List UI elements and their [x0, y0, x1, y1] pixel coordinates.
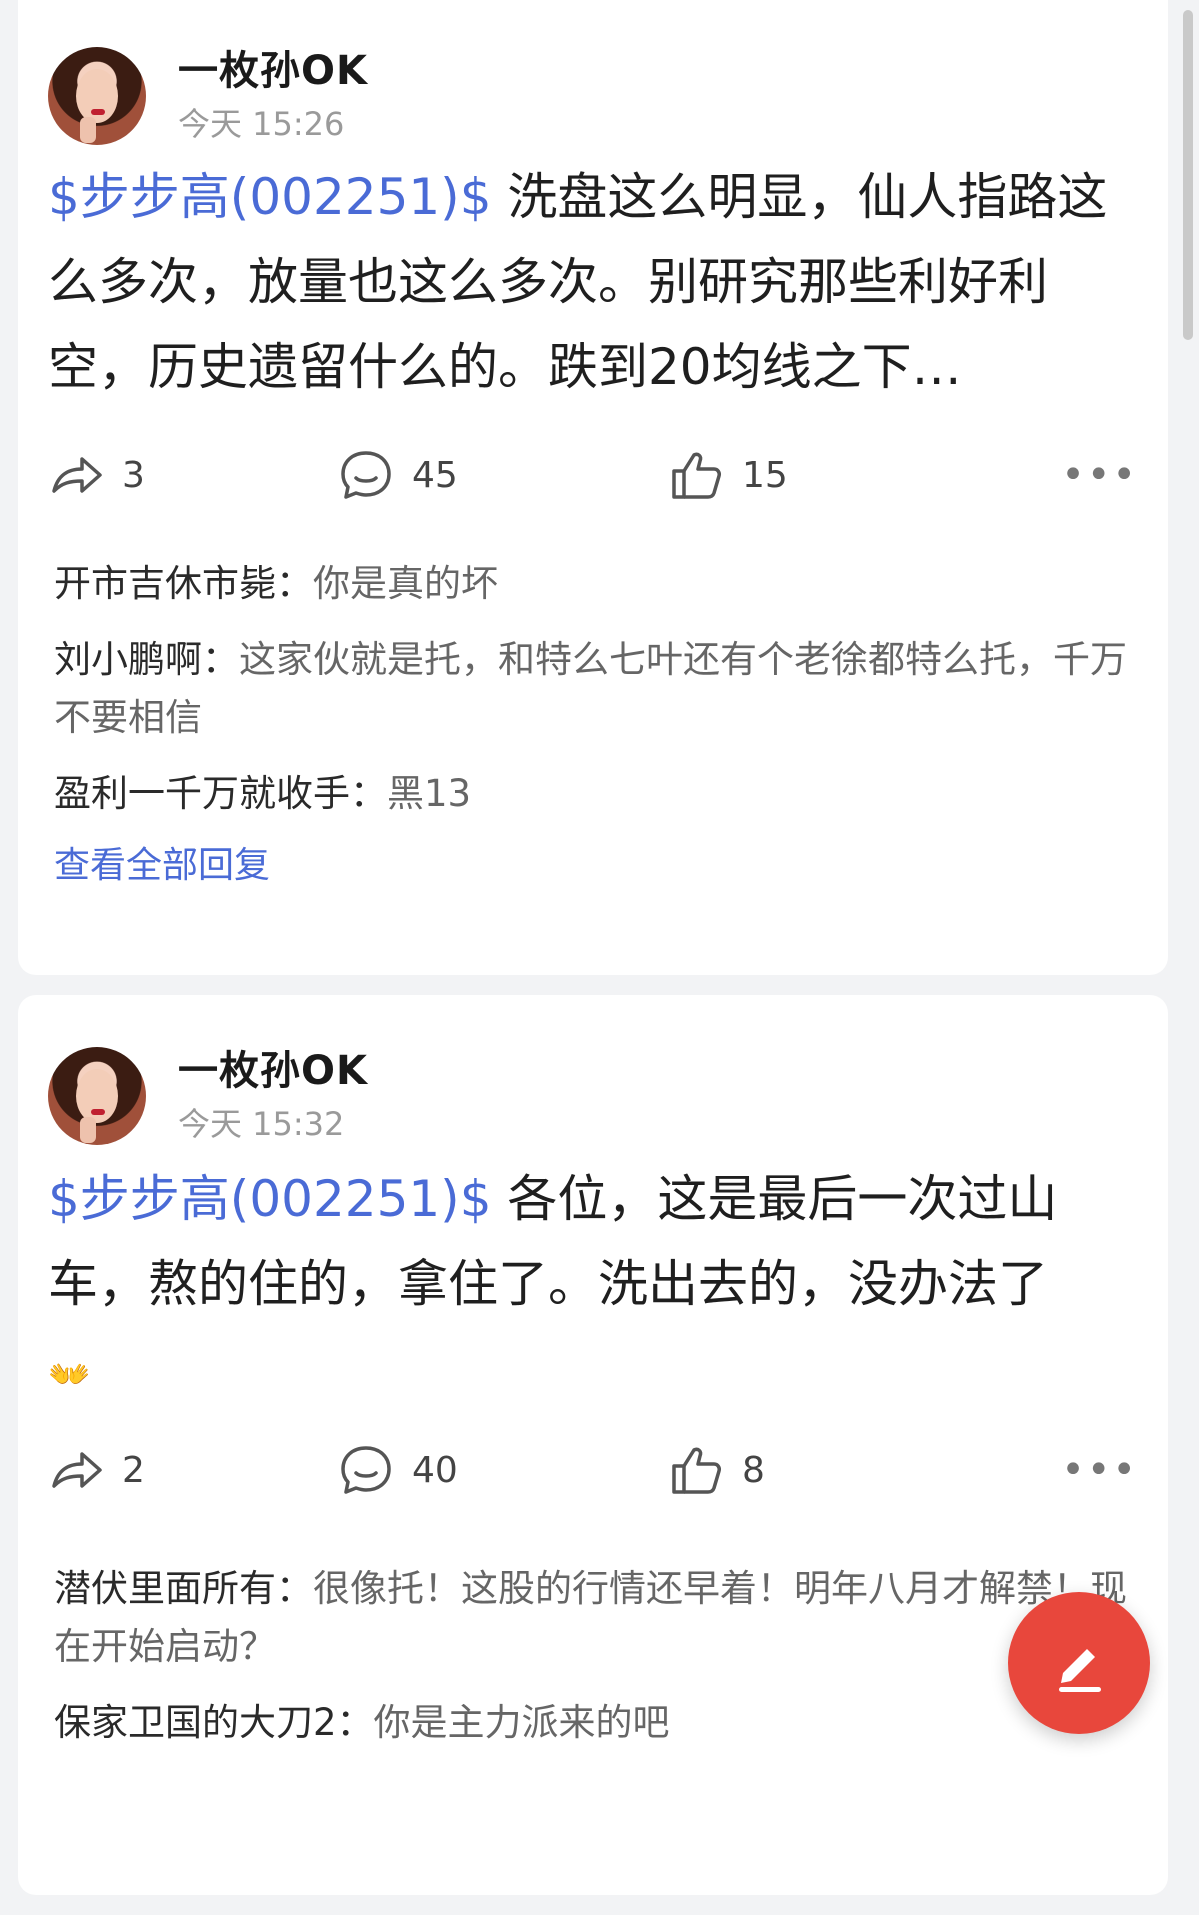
comment-bubble-icon: [341, 1446, 391, 1494]
share-arrow-icon: [52, 1452, 102, 1488]
post-feed: 一枚孙OK 今天 15:26 $步步高(002251)$ 洗盘这么明显，仙人指路…: [18, 0, 1168, 1915]
comment-bubble-icon: [341, 451, 391, 499]
reply-text: 你是真的坏: [313, 562, 498, 605]
comment-count: 45: [412, 454, 458, 496]
comment-button[interactable]: 45: [338, 447, 668, 503]
reply-item[interactable]: 潜伏里面所有：很像托！这股的行情还早着！明年八月才解禁！现在开始启动？: [54, 1560, 1128, 1676]
post-time: 今天 15:26: [178, 105, 345, 143]
share-count: 2: [122, 1449, 145, 1491]
view-all-replies-link[interactable]: 查看全部回复: [54, 841, 1128, 891]
reply-user[interactable]: 盈利一千万就收手：: [54, 772, 387, 815]
reply-list: 开市吉休市毙：你是真的坏 刘小鹏啊：这家伙就是托，和特么七叶还有个老徐都特么托，…: [54, 555, 1128, 891]
post-time: 今天 15:32: [178, 1105, 345, 1143]
like-count: 8: [742, 1449, 765, 1491]
compose-button[interactable]: [1008, 1592, 1150, 1734]
post-card[interactable]: 一枚孙OK 今天 15:32 $步步高(002251)$ 各位，这是最后一次过山…: [18, 995, 1168, 1895]
reply-text: 黑13: [387, 772, 472, 815]
post-actions: 3 45 15 •••: [48, 445, 1138, 505]
like-button[interactable]: 15: [668, 447, 998, 503]
share-arrow-icon: [52, 457, 102, 493]
post-content[interactable]: $步步高(002251)$ 各位，这是最后一次过山车，熬的住的，拿住了。洗出去的…: [48, 1157, 1132, 1418]
reply-item[interactable]: 刘小鹏啊：这家伙就是托，和特么七叶还有个老徐都特么托，千万不要相信: [54, 631, 1128, 747]
comment-button[interactable]: 40: [338, 1442, 668, 1498]
post-header: 一枚孙OK 今天 15:32: [48, 1046, 368, 1146]
reply-user[interactable]: 刘小鹏啊：: [54, 638, 239, 681]
share-count: 3: [122, 454, 145, 496]
reply-text: 你是主力派来的吧: [373, 1701, 670, 1744]
post-header: 一枚孙OK 今天 15:26: [48, 46, 368, 146]
author-name[interactable]: 一枚孙OK: [178, 1046, 368, 1096]
post-content[interactable]: $步步高(002251)$ 洗盘这么明显，仙人指路这么多次，放量也这么多次。别研…: [48, 155, 1132, 410]
like-button[interactable]: 8: [668, 1442, 998, 1498]
reply-item[interactable]: 保家卫国的大刀2：你是主力派来的吧: [54, 1694, 1128, 1752]
more-options-button[interactable]: •••: [1061, 1447, 1138, 1493]
avatar[interactable]: [48, 47, 146, 145]
like-count: 15: [742, 454, 788, 496]
more-options-button[interactable]: •••: [1061, 452, 1138, 498]
stock-tag-link[interactable]: $步步高(002251)$: [48, 1170, 492, 1228]
stock-tag-link[interactable]: $步步高(002251)$: [48, 168, 492, 226]
share-button[interactable]: 3: [48, 447, 338, 503]
share-button[interactable]: 2: [48, 1442, 338, 1498]
author-name[interactable]: 一枚孙OK: [178, 46, 368, 96]
comment-count: 40: [412, 1449, 458, 1491]
reply-item[interactable]: 盈利一千万就收手：黑13: [54, 765, 1128, 823]
pencil-icon: [1059, 1649, 1101, 1692]
post-card[interactable]: 一枚孙OK 今天 15:26 $步步高(002251)$ 洗盘这么明显，仙人指路…: [18, 0, 1168, 975]
thumbs-up-icon: [672, 1447, 721, 1494]
reply-user[interactable]: 保家卫国的大刀2：: [54, 1701, 374, 1744]
open-hands-emoji: 👐: [48, 1355, 91, 1395]
avatar[interactable]: [48, 1047, 146, 1145]
reply-user[interactable]: 开市吉休市毙：: [54, 562, 313, 605]
scrollbar[interactable]: [1183, 10, 1193, 340]
thumbs-up-icon: [672, 452, 721, 499]
post-actions: 2 40 8 •••: [48, 1440, 1138, 1500]
reply-user[interactable]: 潜伏里面所有：: [54, 1567, 313, 1610]
reply-list: 潜伏里面所有：很像托！这股的行情还早着！明年八月才解禁！现在开始启动？ 保家卫国…: [54, 1560, 1128, 1770]
reply-item[interactable]: 开市吉休市毙：你是真的坏: [54, 555, 1128, 613]
